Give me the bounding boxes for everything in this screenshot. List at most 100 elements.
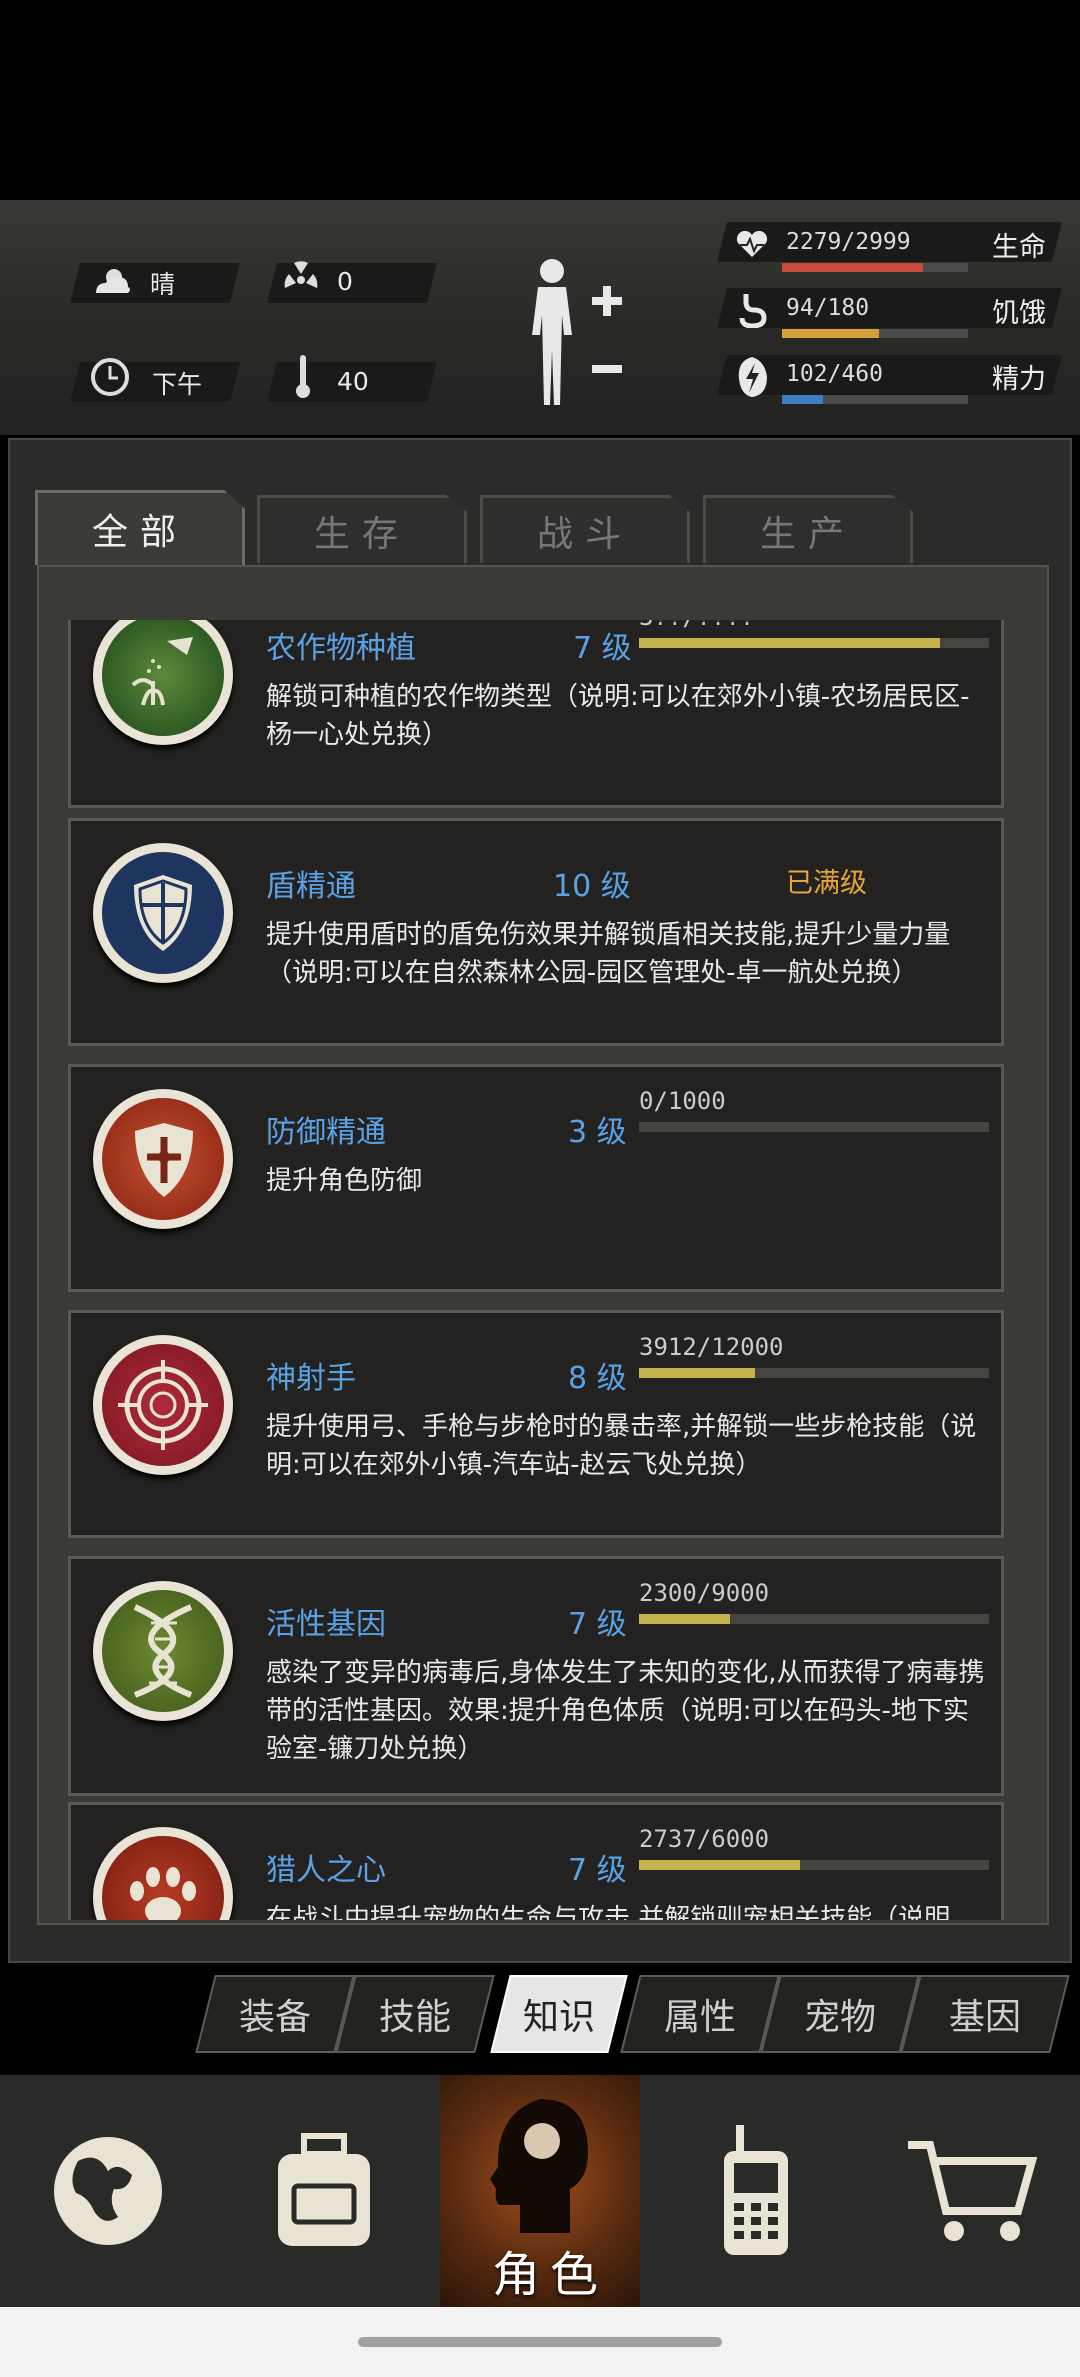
heart-icon [736, 230, 768, 257]
skill-badge [93, 1089, 233, 1229]
skill-level: 8 级 [568, 1361, 627, 1396]
skill-description: 感染了变异的病毒后,身体发生了未知的变化,从而获得了病毒携带的活性基因。效果:提… [266, 1658, 985, 1764]
skill-description: 解锁可种植的农作物类型（说明:可以在郊外小镇-农场居民区-杨一心处兑换） [266, 682, 970, 750]
watering-can-icon [131, 637, 193, 706]
submenu-knowledge[interactable]: 知识 [490, 1975, 628, 2053]
thermometer-icon [296, 355, 310, 398]
nav-character-label: 角色 [492, 2247, 609, 2303]
skill-level: 7 级 [568, 1853, 627, 1888]
tab-survival[interactable]: 生存 [257, 495, 467, 563]
skill-badge [93, 1335, 233, 1475]
skill-card-defense-mastery[interactable]: 防御精通 3 级 0/1000 提升角色防御 [68, 1064, 1004, 1292]
submenu-equipment[interactable]: 装备 [195, 1975, 355, 2053]
globe-icon [54, 2137, 162, 2245]
nav-inventory[interactable] [216, 2075, 432, 2307]
energy-label: 精力 [992, 364, 1046, 395]
tab-all[interactable]: 全部 [35, 490, 245, 565]
hunger-value: 94/180 [786, 295, 870, 321]
skill-xp-bar [639, 1122, 989, 1132]
skill-description: 提升使用盾时的盾免伤效果并解锁盾相关技能,提升少量力量（说明:可以在自然森林公园… [266, 920, 951, 988]
nav-character[interactable]: 角色 [440, 2075, 640, 2307]
shopping-cart-icon [908, 2141, 1038, 2241]
nav-shop[interactable] [864, 2075, 1080, 2307]
skill-maxed-label: 已满级 [786, 868, 867, 899]
tab-combat[interactable]: 战斗 [480, 495, 690, 563]
submenu-genes-label: 基因 [948, 1997, 1021, 2038]
skill-name: 猎人之心 [266, 1853, 386, 1888]
skill-xp-text: 3??/???? [639, 620, 755, 631]
skill-badge [93, 843, 233, 983]
skill-description: 提升角色防御 [266, 1166, 423, 1196]
clock-icon [91, 358, 129, 396]
body-status-icon[interactable] [520, 255, 630, 410]
skill-description: 在战斗中提升宠物的生命与攻击,并解锁驯宠相关技能（说明 [266, 1904, 951, 1920]
submenu-knowledge-label: 知识 [522, 1997, 595, 2038]
temperature-value: 40 [337, 367, 369, 396]
submenu-attributes-label: 属性 [663, 1997, 736, 2038]
submenu-attributes[interactable]: 属性 [620, 1975, 780, 2053]
skill-level: 10 级 [553, 869, 631, 904]
skill-card-shield-mastery[interactable]: 盾精通 10 级 已满级 提升使用盾时的盾免伤效果并解锁盾相关技能,提升少量力量… [68, 818, 1004, 1046]
skill-name: 农作物种植 [266, 631, 416, 666]
skill-name: 神射手 [266, 1361, 356, 1396]
tab-production-label: 生产 [759, 513, 856, 555]
skill-level: 7 级 [568, 1607, 627, 1642]
skill-card-hunters-heart[interactable]: 猎人之心 7 级 2737/6000 在战斗中提升宠物的生命与攻击,并解锁驯宠相… [68, 1802, 1004, 1920]
walkie-talkie-icon [724, 2125, 788, 2255]
character-head-icon [490, 2099, 588, 2233]
skill-badge [93, 1581, 233, 1721]
tab-survival-label: 生存 [313, 513, 410, 555]
skill-badge [93, 620, 233, 745]
radiation-icon [284, 261, 318, 288]
nav-communications[interactable] [648, 2075, 864, 2307]
cloud-sun-icon [96, 269, 130, 293]
energy-bar [782, 395, 968, 404]
skill-name: 活性基因 [266, 1607, 386, 1642]
submenu-pets-label: 宠物 [803, 1997, 876, 2038]
skill-xp-bar [639, 1368, 989, 1378]
hunger-bar [782, 329, 968, 338]
nav-world-map[interactable] [0, 2075, 216, 2307]
weather-text: 晴 [150, 270, 176, 299]
status-bar [0, 0, 1080, 200]
tab-all-label: 全部 [91, 512, 188, 553]
submenu-equipment-label: 装备 [238, 1997, 311, 2038]
skill-level: 3 级 [568, 1115, 627, 1150]
skill-name: 盾精通 [266, 869, 356, 904]
crosshair-icon [118, 1360, 208, 1450]
shield-icon [134, 875, 192, 951]
tab-combat-label: 战斗 [536, 513, 633, 555]
skill-xp-text: 0/1000 [639, 1087, 726, 1115]
hud-panel: 晴 0 下午 40 2279/2999 生命 94/180 饥饿 102/460… [0, 200, 1080, 435]
skill-card-active-gene[interactable]: 活性基因 7 级 2300/9000 感染了变异的病毒后,身体发生了未知的变化,… [68, 1556, 1004, 1796]
dna-icon [133, 1604, 193, 1698]
paw-icon [130, 1867, 196, 1920]
skill-xp-bar [639, 1614, 989, 1624]
submenu-genes[interactable]: 基因 [900, 1975, 1070, 2053]
skill-xp-bar [639, 638, 989, 648]
submenu-skills-label: 技能 [378, 1997, 451, 2038]
skill-level: 7 级 [573, 631, 632, 666]
energy-value: 102/460 [786, 361, 883, 387]
skill-xp-text: 2300/9000 [639, 1579, 770, 1607]
time-text: 下午 [152, 370, 203, 399]
skill-xp-text: 2737/6000 [639, 1825, 770, 1853]
tab-production[interactable]: 生产 [703, 495, 913, 563]
hunger-label: 饥饿 [992, 298, 1046, 329]
skill-xp-bar [639, 1860, 989, 1870]
home-indicator[interactable] [358, 2337, 722, 2347]
skill-card-marksman[interactable]: 神射手 8 级 3912/12000 提升使用弓、手枪与步枪时的暴击率,并解锁一… [68, 1310, 1004, 1538]
health-value: 2279/2999 [786, 229, 911, 255]
health-bar [782, 263, 968, 272]
submenu-pets[interactable]: 宠物 [760, 1975, 920, 2053]
stomach-icon [739, 294, 767, 328]
skill-card-crop-farming[interactable]: 农作物种植 7 级 3??/???? 解锁可种植的农作物类型（说明:可以在郊外小… [68, 620, 1004, 808]
cross-shield-icon [135, 1123, 193, 1197]
skill-xp-text: 3912/12000 [639, 1333, 784, 1361]
skill-list[interactable]: 农作物种植 7 级 3??/???? 解锁可种植的农作物类型（说明:可以在郊外小… [58, 620, 1018, 1920]
skill-name: 防御精通 [266, 1115, 386, 1150]
submenu-skills[interactable]: 技能 [335, 1975, 495, 2053]
skill-badge [93, 1827, 233, 1920]
health-label: 生命 [992, 232, 1046, 263]
skill-description: 提升使用弓、手枪与步枪时的暴击率,并解锁一些步枪技能（说明:可以在郊外小镇-汽车… [266, 1412, 977, 1480]
